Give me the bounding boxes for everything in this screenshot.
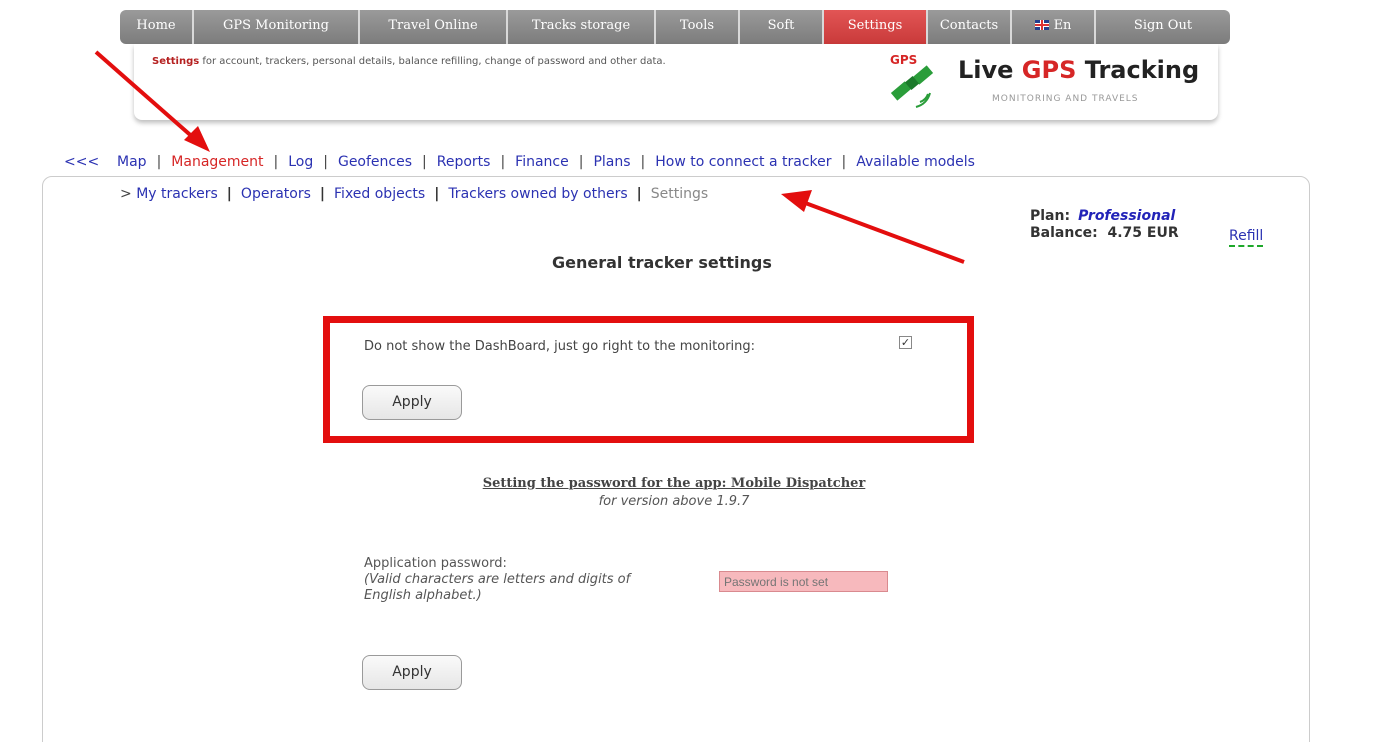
nav-settings[interactable]: Settings bbox=[824, 10, 928, 44]
nav-contacts[interactable]: Contacts bbox=[928, 10, 1012, 44]
menu-available-models[interactable]: Available models bbox=[856, 154, 975, 170]
nav-tracks-storage[interactable]: Tracks storage bbox=[508, 10, 656, 44]
plan-label: Plan: bbox=[1030, 208, 1071, 224]
page-description: Settings for account, trackers, personal… bbox=[152, 56, 666, 67]
apply-password-button[interactable]: Apply bbox=[362, 655, 462, 690]
submenu-operators[interactable]: Operators bbox=[241, 186, 311, 202]
highlight-box bbox=[323, 316, 974, 443]
dashboard-option-label: Do not show the DashBoard, just go right… bbox=[364, 339, 756, 354]
app-password-input[interactable] bbox=[719, 571, 888, 592]
submenu-settings-current: Settings bbox=[650, 186, 709, 202]
header-banner: Settings for account, trackers, personal… bbox=[134, 44, 1218, 120]
submenu-fixed-objects[interactable]: Fixed objects bbox=[334, 186, 425, 202]
menu-finance[interactable]: Finance bbox=[515, 154, 569, 170]
mobile-password-subtitle: for version above 1.9.7 bbox=[598, 494, 750, 509]
main-menu: <<< Map | Management | Log | Geofences | Reports… bbox=[64, 154, 975, 170]
app-password-label: Application password: (Valid characters … bbox=[364, 556, 631, 603]
dashboard-checkbox[interactable]: ✓ bbox=[899, 336, 912, 349]
submenu-trackers-owned-by-others[interactable]: Trackers owned by others bbox=[448, 186, 627, 202]
apply-general-button[interactable]: Apply bbox=[362, 385, 462, 420]
back-link[interactable]: <<< bbox=[64, 154, 99, 170]
satellite-logo-icon: GPS bbox=[890, 53, 934, 108]
balance-label: Balance: bbox=[1030, 225, 1098, 241]
submenu-my-trackers[interactable]: My trackers bbox=[136, 186, 218, 202]
arrowhead-management bbox=[184, 126, 210, 152]
nav-travel-online[interactable]: Travel Online bbox=[360, 10, 508, 44]
language-label: En bbox=[1053, 18, 1072, 33]
menu-management[interactable]: Management bbox=[171, 154, 263, 170]
nav-home[interactable]: Home bbox=[120, 10, 194, 44]
nav-soft[interactable]: Soft bbox=[740, 10, 824, 44]
logo-gps-text: GPS bbox=[890, 53, 917, 67]
account-summary: Plan: Professional Balance: 4.75 EUR bbox=[1030, 208, 1179, 242]
menu-geofences[interactable]: Geofences bbox=[338, 154, 412, 170]
balance-value: 4.75 EUR bbox=[1107, 225, 1179, 241]
menu-how-to-connect[interactable]: How to connect a tracker bbox=[655, 154, 831, 170]
sub-menu: > My trackers | Operators | Fixed objects | Tr… bbox=[120, 186, 709, 202]
menu-map[interactable]: Map bbox=[117, 154, 147, 170]
uk-flag-icon bbox=[1034, 20, 1049, 30]
nav-tools[interactable]: Tools bbox=[656, 10, 740, 44]
plan-value: Professional bbox=[1078, 208, 1176, 224]
nav-gps-monitoring[interactable]: GPS Monitoring bbox=[194, 10, 360, 44]
brand-subtitle: MONITORING AND TRAVELS bbox=[992, 94, 1139, 104]
top-navigation: Home GPS Monitoring Travel Online Tracks… bbox=[120, 10, 1230, 44]
menu-reports[interactable]: Reports bbox=[437, 154, 491, 170]
menu-plans[interactable]: Plans bbox=[593, 154, 630, 170]
nav-language[interactable]: En bbox=[1012, 10, 1096, 44]
mobile-password-title: Setting the password for the app: Mobile… bbox=[482, 476, 866, 491]
nav-sign-out[interactable]: Sign Out bbox=[1096, 10, 1230, 44]
brand-title: Live GPS Tracking bbox=[958, 56, 1200, 84]
refill-link[interactable]: Refill bbox=[1229, 228, 1264, 247]
general-settings-title: General tracker settings bbox=[552, 253, 772, 272]
menu-log[interactable]: Log bbox=[288, 154, 313, 170]
